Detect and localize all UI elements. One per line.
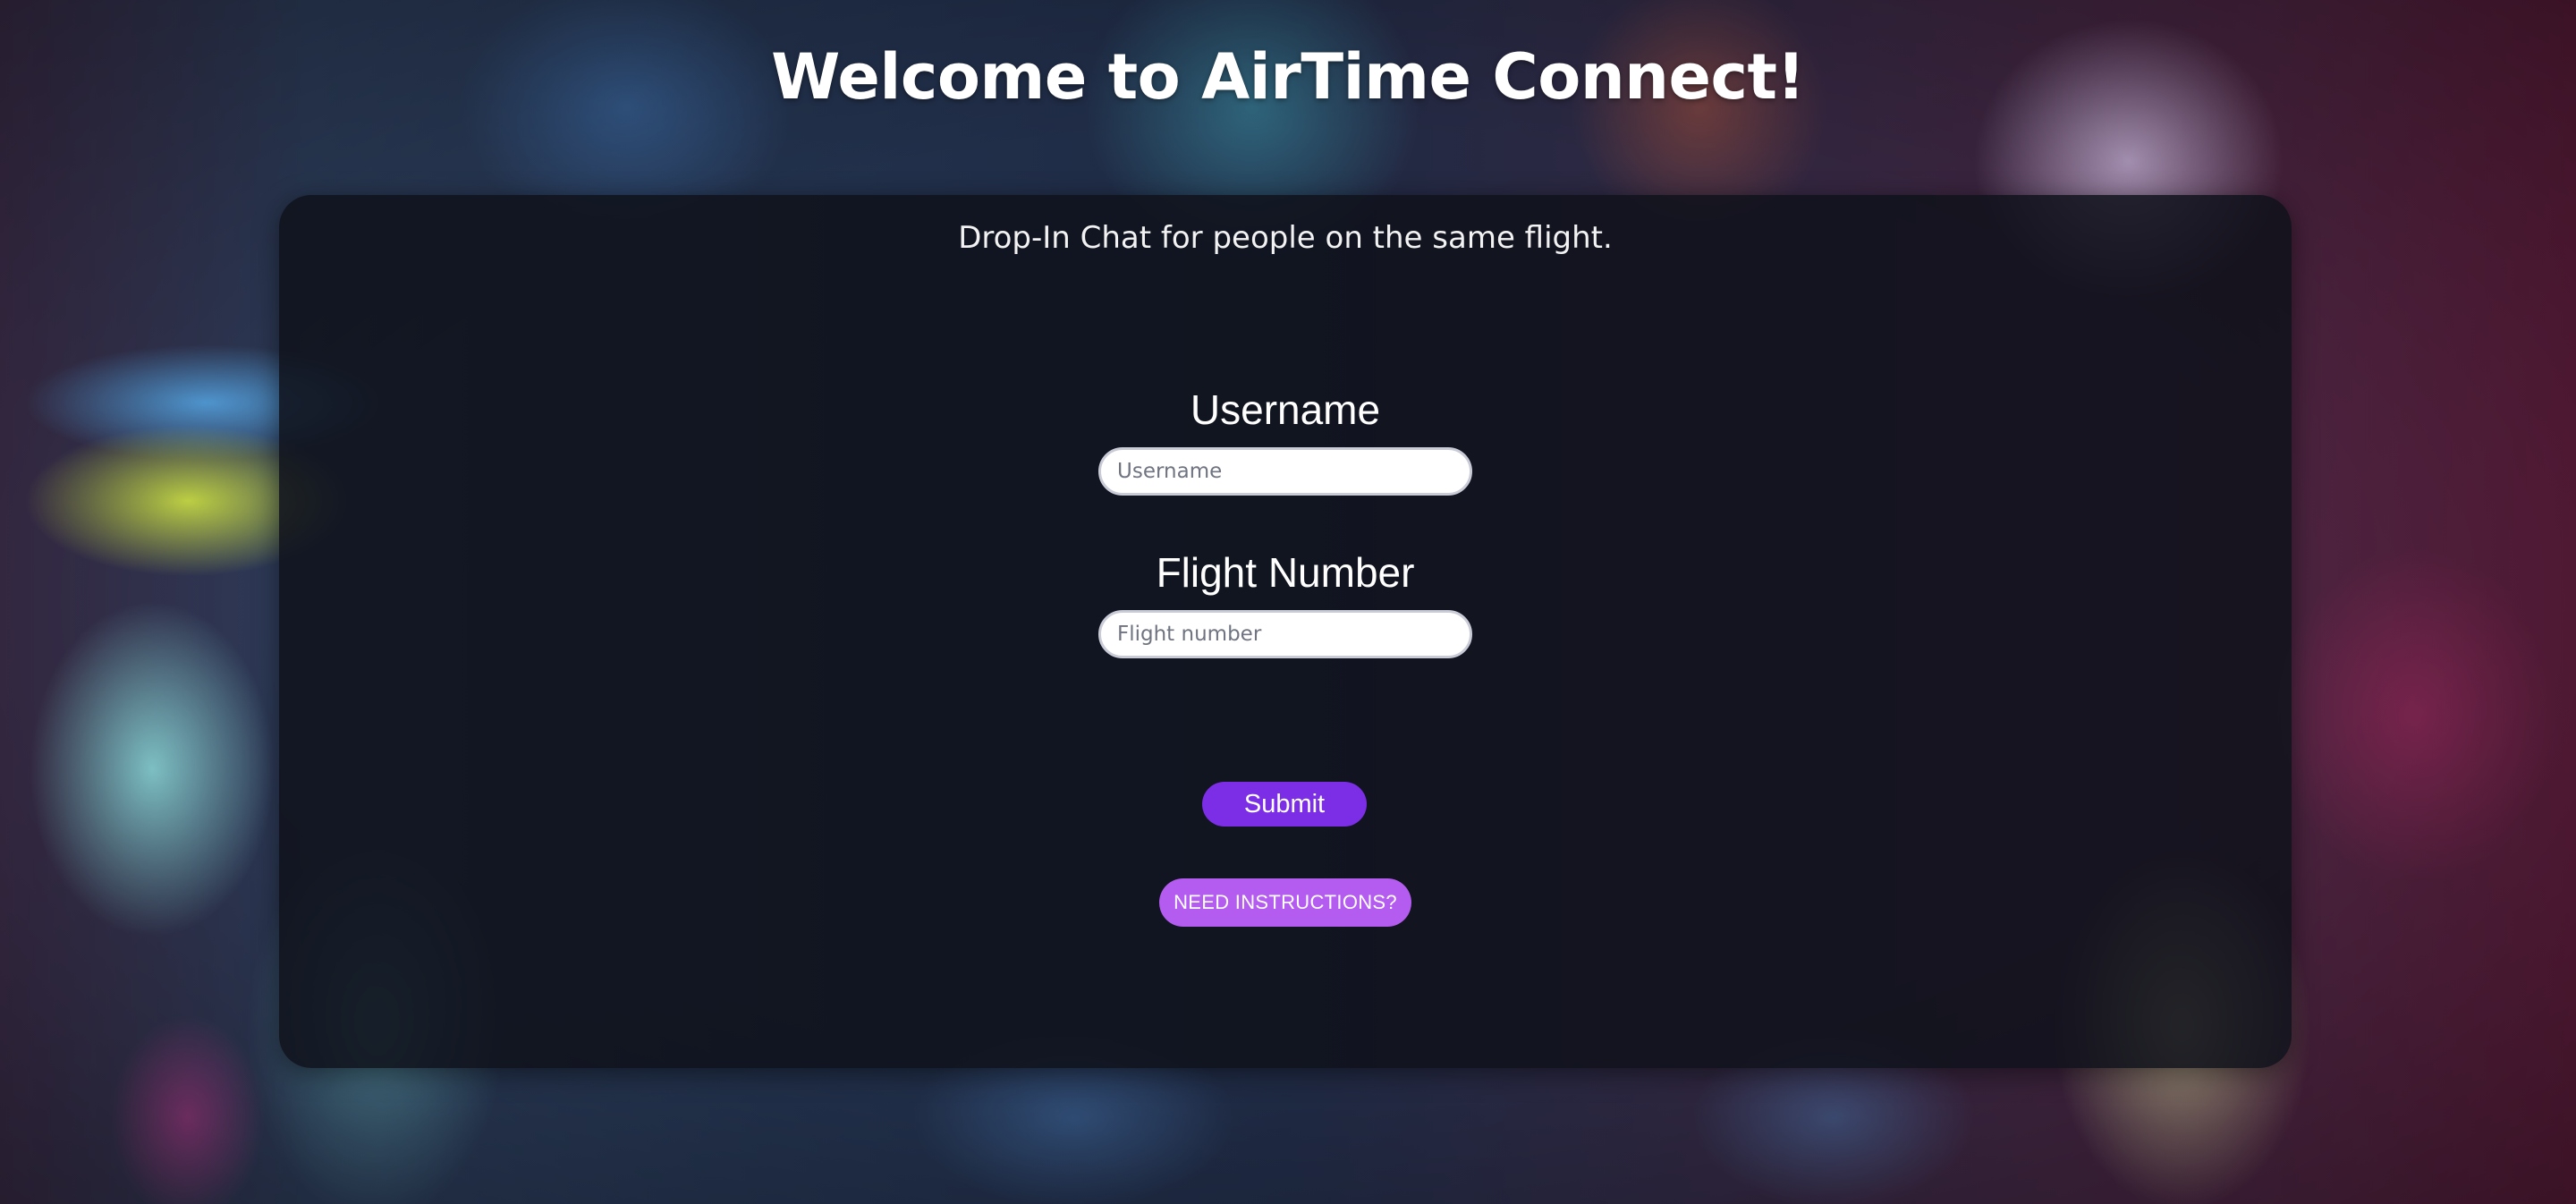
login-card: Drop-In Chat for people on the same flig… (279, 195, 2292, 1068)
page-subtitle: Drop-In Chat for people on the same flig… (958, 220, 1613, 256)
username-input[interactable] (1098, 447, 1472, 496)
flight-number-input[interactable] (1098, 610, 1472, 658)
flight-number-label: Flight Number (1156, 549, 1415, 596)
need-instructions-button[interactable]: NEED INSTRUCTIONS? (1159, 878, 1411, 927)
page-title: Welcome to AirTime Connect! (771, 40, 1805, 114)
username-label: Username (1190, 386, 1381, 433)
submit-button[interactable]: Submit (1202, 782, 1367, 827)
